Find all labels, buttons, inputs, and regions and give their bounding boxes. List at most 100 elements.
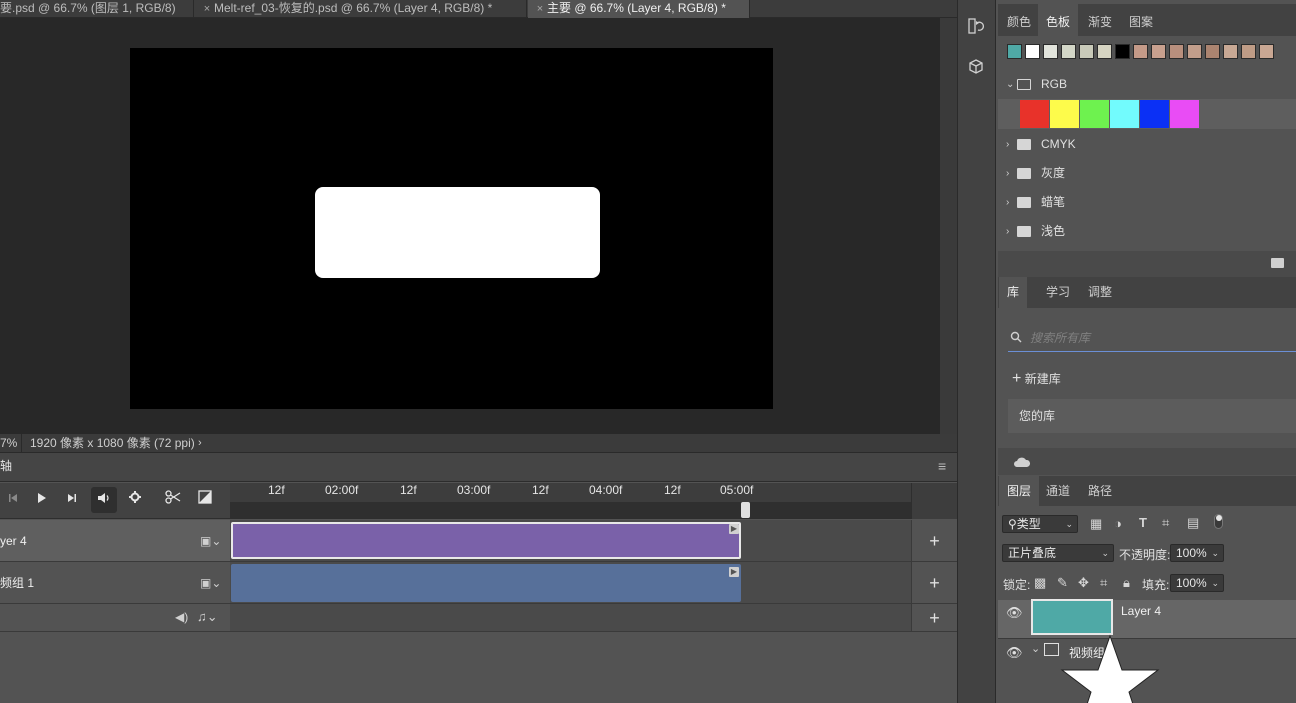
swatch[interactable] [1169,44,1184,59]
swatch-folder-grayscale[interactable]: › 灰度 [998,159,1296,188]
track-label-layer4[interactable]: yer 4 ▣⌄ [0,520,230,562]
pixel-filter-icon[interactable]: ▦ [1090,516,1102,532]
doc-tab-1[interactable]: 要.psd @ 66.7% (图层 1, RGB/8) [0,0,194,18]
rgb-swatch[interactable] [1020,100,1049,128]
tab-layers[interactable]: 图层 [999,476,1040,506]
rgb-swatch[interactable] [1080,100,1109,128]
swatch[interactable] [1241,44,1256,59]
track-label-audio[interactable]: ◀) ♫⌄ [0,604,230,632]
layer-name[interactable]: Layer 4 [1121,604,1161,618]
transition-icon[interactable] [192,487,218,513]
swatch-folder-rgb[interactable]: ⌄ RGB [998,70,1296,99]
clip-expand-icon[interactable]: ▶ [729,524,739,534]
opacity-field[interactable]: 100% ⌄ [1170,544,1224,562]
chevron-right-icon[interactable]: › [1006,159,1009,188]
swatch[interactable] [1223,44,1238,59]
swatch[interactable] [1133,44,1148,59]
3d-icon[interactable] [965,58,987,80]
play-icon[interactable] [28,487,54,513]
panel-menu-icon[interactable]: ≡ [938,458,946,474]
settings-gear-icon[interactable] [122,487,148,513]
tab-channels[interactable]: 通道 [1038,476,1078,506]
rgb-swatch[interactable] [1140,100,1169,128]
swatch[interactable] [1079,44,1094,59]
track-label-video-group[interactable]: 频组 1 ▣⌄ [0,562,230,604]
fill-field[interactable]: 100% ⌄ [1170,574,1224,592]
layer-thumbnail[interactable] [1031,599,1113,635]
swatch[interactable] [1025,44,1040,59]
clip-video-group[interactable] [231,564,741,602]
timeline-tab[interactable]: 轴 [0,454,12,478]
chevron-right-icon[interactable]: › [198,434,202,452]
add-media-icon[interactable]: + [911,520,957,562]
lock-transparent-icon[interactable]: ▩ [1034,575,1046,591]
tab-adjustments[interactable]: 调整 [1080,277,1120,308]
tab-color[interactable]: 颜色 [999,4,1039,36]
chevron-right-icon[interactable]: › [1006,130,1009,159]
lock-paint-brush-icon[interactable]: ✎ [1057,575,1068,591]
library-search[interactable] [1008,324,1296,352]
add-audio-icon[interactable]: + [911,604,957,632]
swatch[interactable] [1043,44,1058,59]
visibility-eye-icon[interactable]: 👁︎ [1006,645,1023,660]
lock-position-move-icon[interactable]: ✥ [1078,575,1089,591]
swatch[interactable] [1151,44,1166,59]
white-rounded-rectangle[interactable] [315,187,600,278]
close-icon[interactable]: × [200,1,214,17]
tab-libraries[interactable]: 库 [999,277,1028,308]
tab-patterns[interactable]: 图案 [1121,4,1161,36]
doc-tab-3[interactable]: × 主要 @ 66.7% (Layer 4, RGB/8) * [528,0,750,18]
prev-frame-icon[interactable] [0,487,26,513]
chevron-down-icon[interactable]: ⌄ [1031,642,1040,655]
cloud-icon[interactable] [1013,456,1031,468]
next-frame-icon[interactable] [59,487,85,513]
chevron-right-icon[interactable]: › [1006,217,1009,246]
new-group-folder-icon[interactable] [1271,258,1284,268]
split-scissors-icon[interactable] [160,487,186,513]
your-libraries-item[interactable]: 您的库 [1008,399,1296,433]
new-library-button[interactable]: + 新建库 [1012,368,1061,390]
work-area-bar[interactable] [230,502,911,518]
tab-learn[interactable]: 学习 [1038,277,1078,308]
lock-artboard-icon[interactable]: ⌗ [1100,575,1107,591]
chevron-right-icon[interactable]: › [1006,188,1009,217]
tab-swatches[interactable]: 色板 [1038,4,1079,36]
type-filter-icon[interactable]: T [1139,515,1147,530]
chevron-down-icon[interactable]: ⌄ [1006,70,1014,99]
close-icon[interactable]: × [533,1,547,17]
swatch[interactable] [1115,44,1130,59]
history-icon[interactable] [965,17,987,39]
swatch-folder-light[interactable]: › 浅色 [998,217,1296,246]
blend-mode-select[interactable]: 正片叠底 ⌄ [1002,544,1114,562]
swatch[interactable] [1259,44,1274,59]
rgb-swatch[interactable] [1170,100,1199,128]
swatch[interactable] [1007,44,1022,59]
swatch[interactable] [1097,44,1112,59]
visibility-eye-icon[interactable]: 👁︎ [1006,605,1023,620]
audio-toggle-icon[interactable] [91,487,117,513]
smart-object-filter-icon[interactable]: ▤ [1187,515,1199,531]
tab-gradients[interactable]: 渐变 [1080,4,1120,36]
film-dropdown-icon[interactable]: ▣⌄ [200,520,221,562]
rgb-swatch[interactable] [1110,100,1139,128]
audio-icon[interactable]: ◀) [175,610,188,624]
doc-tab-2[interactable]: × Melt-ref_03-恢复的.psd @ 66.7% (Layer 4, R… [195,0,527,18]
film-dropdown-icon[interactable]: ▣⌄ [200,562,221,604]
library-search-input[interactable] [1030,328,1280,348]
lock-all-icon[interactable]: 🔒︎ [1123,575,1130,591]
swatch-folder-pastel[interactable]: › 蜡笔 [998,188,1296,217]
rgb-swatch[interactable] [1050,100,1079,128]
shape-filter-icon[interactable]: ⌗ [1162,515,1169,531]
clip-layer4[interactable] [231,522,741,559]
vertical-scrollbar[interactable] [940,18,957,434]
tab-paths[interactable]: 路径 [1080,476,1120,506]
clip-expand-icon[interactable]: ▶ [729,567,739,577]
swatch[interactable] [1205,44,1220,59]
layer-filter-select[interactable]: ⚲类型 ⌄ [1002,515,1078,533]
swatch-folder-cmyk[interactable]: › CMYK [998,130,1296,159]
add-media-icon[interactable]: + [911,562,957,604]
swatch[interactable] [1061,44,1076,59]
music-note-icon[interactable]: ♫⌄ [197,609,218,625]
playhead-handle[interactable] [741,502,750,518]
adjustment-filter-icon[interactable]: ◑ [1114,516,1122,531]
